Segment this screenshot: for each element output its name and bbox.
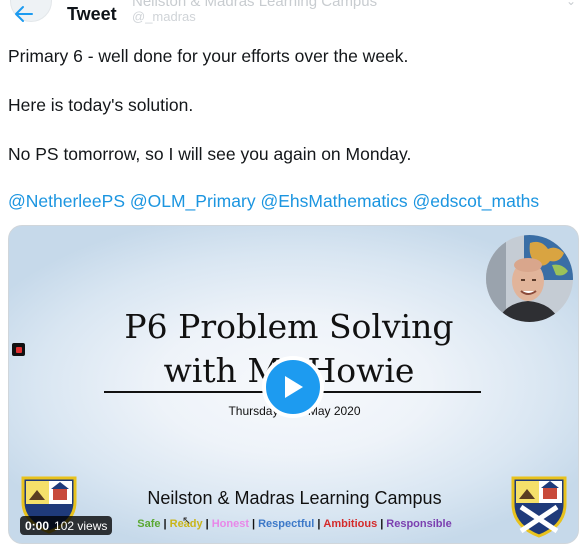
ghost-handle: @_madras [132,9,196,24]
slide-title-line: P6 Problem Solving [124,307,454,346]
mention-link[interactable]: @edscot_maths [412,191,539,211]
value-label: Ambitious [323,518,378,530]
video-view-count: 102 views [54,518,108,533]
value-label: Responsible [386,518,452,530]
video-player[interactable]: P6 Problem Solving with Mr Howie Thursda… [8,225,579,544]
video-stats-pill: 0:00 102 views [20,516,113,535]
value-label: Safe [137,518,161,530]
chevron-down-icon[interactable]: ⌄ [566,0,576,8]
play-button[interactable] [262,356,324,418]
presenter-webcam-thumbnail [486,235,573,322]
value-label: Respectful [258,518,315,530]
value-label: Honest [211,518,250,530]
play-icon [285,376,303,398]
back-button[interactable] [9,2,39,26]
campus-name: Neilston & Madras Learning Campus [147,488,442,508]
tweet-text-line: Here is today's solution. [8,95,194,115]
mouse-cursor-icon: ↖ [182,515,192,527]
school-crest-logo [509,476,569,543]
video-elapsed-time: 0:00 [25,518,50,533]
record-indicator-icon [12,343,25,356]
tweet-mentions: @NetherleePS @OLM_Primary @EhsMathematic… [8,191,539,212]
mention-link[interactable]: @EhsMathematics [260,191,407,211]
tweet-text-line: No PS tomorrow, so I will see you again … [8,144,412,164]
arrow-left-icon [15,6,33,22]
tweet-text-line: Primary 6 - well done for your efforts o… [8,46,409,66]
mention-link[interactable]: @OLM_Primary [130,191,256,211]
page-title: Tweet [67,4,117,24]
mention-link[interactable]: @NetherleePS [8,191,125,211]
tweet-header: Neilston & Madras Learning Campus @_madr… [0,0,588,32]
